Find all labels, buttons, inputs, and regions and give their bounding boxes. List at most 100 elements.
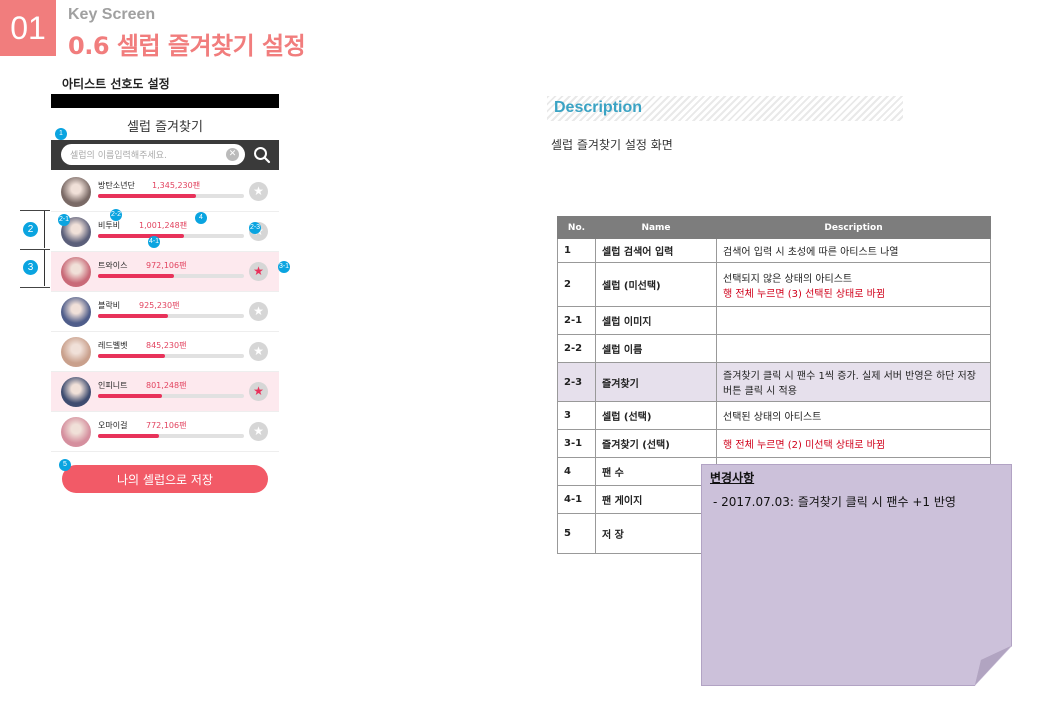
- celeb-name: 인피니트: [98, 381, 128, 390]
- row-description-text: 선택되지 않은 상태의 아티스트: [723, 273, 853, 285]
- marker-3: 3: [23, 260, 38, 275]
- row-name: 즐겨찾기: [595, 362, 717, 402]
- fan-gauge: [98, 434, 244, 438]
- marker-2-3: 2-3: [249, 222, 261, 234]
- description-heading: Description: [554, 99, 643, 116]
- row-number: 4: [557, 457, 596, 486]
- fan-gauge-fill: [98, 194, 196, 198]
- celeb-name: 방탄소년단: [98, 181, 135, 190]
- star-icon[interactable]: ★: [249, 262, 268, 281]
- phone-mockup: 셀럽 즐겨찾기 셀럽의 이름입력해주세요. ✕ 방탄소년단 1,345,230팬 ★…: [51, 94, 279, 496]
- row-name: 팬 게이지: [595, 485, 717, 514]
- row-description: 선택되지 않은 상태의 아티스트행 전체 누르면 (3) 선택된 상태로 바뀜: [716, 262, 991, 307]
- marker-5: 5: [59, 459, 71, 471]
- note-title: 변경사항: [710, 471, 755, 485]
- marker-4-1: 4-1: [148, 236, 160, 248]
- marker-1: 1: [55, 128, 67, 140]
- fan-count: 1,001,248팬: [139, 221, 188, 230]
- celeb-list: 방탄소년단 1,345,230팬 ★ 비투비 1,001,248팬 ★ 트와이스 972,10…: [51, 172, 279, 452]
- star-icon[interactable]: ★: [249, 182, 268, 201]
- note-fold-corner: [975, 646, 1011, 685]
- row-description: 검색어 입력 시 초성에 따른 아티스트 나열: [716, 238, 991, 263]
- fan-gauge: [98, 194, 244, 198]
- celeb-row[interactable]: 비투비1,001,248팬★: [51, 212, 279, 252]
- row-name: 셀럽 이름: [595, 334, 717, 363]
- search-bar: 셀럽의 이름입력해주세요. ✕: [51, 140, 279, 170]
- row-number: 3-1: [557, 429, 596, 458]
- row-number: 2: [557, 262, 596, 307]
- guide-line: [20, 287, 50, 288]
- fan-gauge: [98, 274, 244, 278]
- search-input[interactable]: 셀럽의 이름입력해주세요. ✕: [61, 144, 245, 165]
- fan-gauge-fill: [98, 394, 163, 398]
- celeb-name: 비투비: [98, 221, 121, 230]
- celeb-name: 트와이스: [98, 261, 128, 270]
- celeb-row[interactable]: 블락비 925,230팬 ★: [51, 292, 279, 332]
- star-icon[interactable]: ★: [249, 422, 268, 441]
- row-number: 1: [557, 238, 596, 263]
- clear-icon[interactable]: ✕: [226, 148, 239, 161]
- fan-count: 925,230팬: [139, 301, 180, 310]
- table-row: 2-2 셀럽 이름: [557, 334, 991, 363]
- page-title: 0.6 셀럽 즐겨찾기 설정: [68, 32, 306, 60]
- fan-gauge: [98, 234, 244, 238]
- fan-count: 845,230팬: [146, 341, 187, 350]
- celeb-row[interactable]: 레드벨벳 845,230팬 ★: [51, 332, 279, 372]
- section-number: 01: [0, 0, 56, 56]
- row-description: [716, 334, 991, 363]
- marker-2: 2: [23, 222, 38, 237]
- celeb-avatar: [61, 297, 91, 327]
- celeb-name: 레드벨벳: [98, 341, 128, 350]
- row-description: 행 전체 누르면 (2) 미선택 상태로 바뀜: [716, 429, 991, 458]
- celeb-name: 블락비: [98, 301, 121, 310]
- celeb-avatar: [61, 177, 91, 207]
- row-name: 셀럽 (미선택): [595, 262, 717, 307]
- marker-2-2: 2-2: [110, 209, 122, 221]
- celeb-row[interactable]: 오마이걸 772,106팬 ★: [51, 412, 279, 452]
- header-subtitle: Key Screen: [68, 6, 156, 23]
- status-bar: [51, 94, 279, 108]
- row-description: [716, 306, 991, 335]
- search-placeholder: 셀럽의 이름입력해주세요.: [70, 151, 167, 161]
- row-description-text: 즐겨찾기 클릭 시 팬수 1씩 증가. 실제 서버 반영은 하단 저장 버튼 클…: [723, 371, 976, 397]
- row-description-text: 선택된 상태의 아티스트: [723, 412, 822, 423]
- celeb-row[interactable]: 방탄소년단 1,345,230팬 ★: [51, 172, 279, 212]
- table-row: 2-3 즐겨찾기 즐겨찾기 클릭 시 팬수 1씩 증가. 실제 서버 반영은 하단 …: [557, 362, 991, 402]
- celeb-row[interactable]: 인피니트 801,248팬 ★: [51, 372, 279, 412]
- fan-gauge-fill: [98, 234, 185, 238]
- star-icon[interactable]: ★: [249, 302, 268, 321]
- row-name: 셀럽 검색어 입력: [595, 238, 717, 263]
- fan-gauge-fill: [98, 434, 160, 438]
- star-icon[interactable]: ★: [249, 342, 268, 361]
- row-number: 5: [557, 513, 596, 554]
- celeb-avatar: [61, 377, 91, 407]
- row-number: 2-1: [557, 306, 596, 335]
- fan-gauge: [98, 314, 244, 318]
- fan-gauge: [98, 394, 244, 398]
- table-header-row: No. Name Description: [557, 216, 991, 239]
- row-number: 3: [557, 401, 596, 430]
- guide-line: [20, 249, 50, 250]
- fan-count: 772,106팬: [146, 421, 187, 430]
- save-button[interactable]: 나의 셀럽으로 저장: [62, 465, 268, 493]
- row-number: 4-1: [557, 485, 596, 514]
- fan-gauge-fill: [98, 314, 169, 318]
- celeb-row[interactable]: 트와이스 972,106팬 ★: [51, 252, 279, 292]
- table-row: 3 셀럽 (선택) 선택된 상태의 아티스트: [557, 401, 991, 430]
- row-bracket-2: [44, 211, 45, 248]
- fan-count: 972,106팬: [146, 261, 187, 270]
- row-description-note: 행 전체 누르면 (2) 미선택 상태로 바뀜: [723, 440, 886, 451]
- column-header-description: Description: [716, 216, 991, 239]
- fan-count: 1,345,230팬: [152, 181, 201, 190]
- star-icon[interactable]: ★: [249, 382, 268, 401]
- column-header-no: No.: [557, 216, 596, 239]
- row-description: 선택된 상태의 아티스트: [716, 401, 991, 430]
- description-text: 셀럽 즐겨찾기 설정 화면: [551, 138, 673, 152]
- row-name: 즐겨찾기 (선택): [595, 429, 717, 458]
- search-icon[interactable]: [253, 146, 271, 164]
- description-header: Description: [547, 96, 903, 121]
- celeb-name: 오마이걸: [98, 421, 128, 430]
- column-header-name: Name: [595, 216, 717, 239]
- row-description-note: 행 전체 누르면 (3) 선택된 상태로 바뀜: [723, 288, 886, 300]
- celeb-avatar: [61, 337, 91, 367]
